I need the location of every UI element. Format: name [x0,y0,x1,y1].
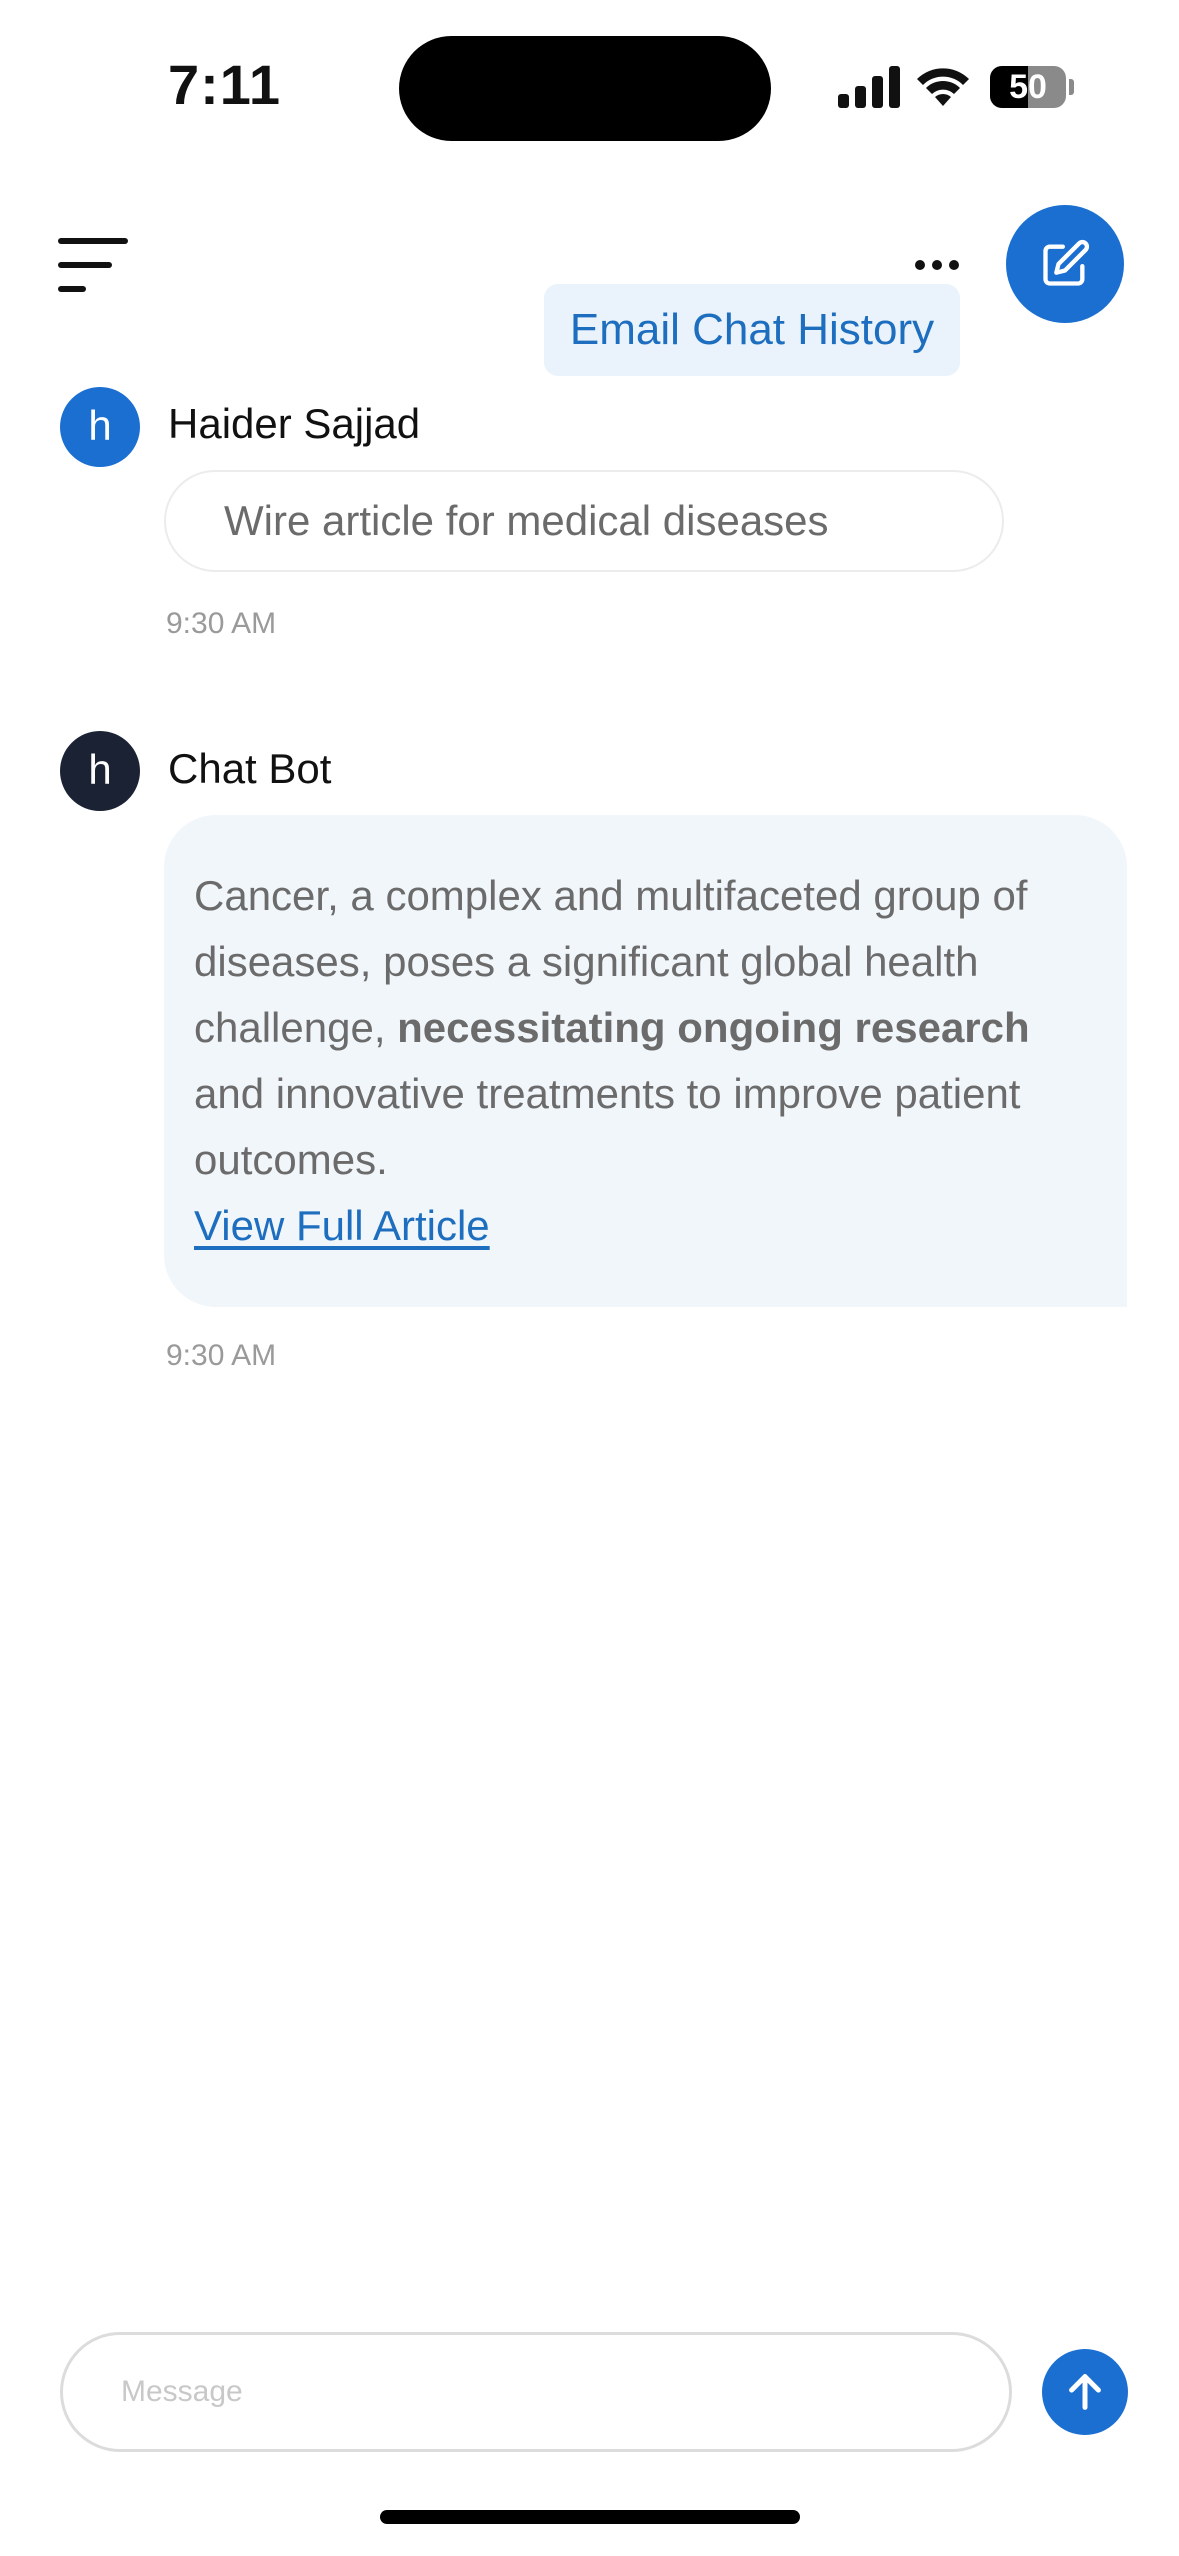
bot-message-bubble: Cancer, a complex and multifaceted group… [164,815,1127,1307]
battery-level: 50 [1009,68,1047,106]
battery-icon: 50 [990,66,1074,108]
bot-message-bold-text: necessitating ongoing research [397,1004,1030,1051]
status-time: 7:11 [168,53,281,116]
avatar: h [60,387,140,467]
status-bar: 7:11 50 [0,0,1179,150]
message-input[interactable] [60,2332,1012,2452]
avatar: h [60,731,140,811]
arrow-up-icon [1069,2374,1101,2410]
email-chat-history-button[interactable]: Email Chat History [544,284,960,376]
sender-name: Haider Sajjad [168,400,421,447]
dynamic-island [399,36,771,141]
user-message-bubble: Wire article for medical diseases [164,470,1004,572]
bot-message-text-end: and innovative treatments to improve pat… [194,1070,1021,1183]
compose-button[interactable] [1006,205,1124,323]
wifi-icon [917,68,969,106]
sender-name: Chat Bot [168,745,332,792]
home-indicator [380,2510,800,2524]
hamburger-menu-icon[interactable] [58,234,128,296]
cellular-signal-icon [838,66,900,108]
send-button[interactable] [1042,2349,1128,2435]
message-timestamp: 9:30 AM [166,607,277,640]
view-full-article-link[interactable]: View Full Article [194,1193,490,1259]
more-dots-icon[interactable] [915,250,959,280]
message-timestamp: 9:30 AM [166,1339,277,1372]
compose-icon [1043,239,1090,286]
